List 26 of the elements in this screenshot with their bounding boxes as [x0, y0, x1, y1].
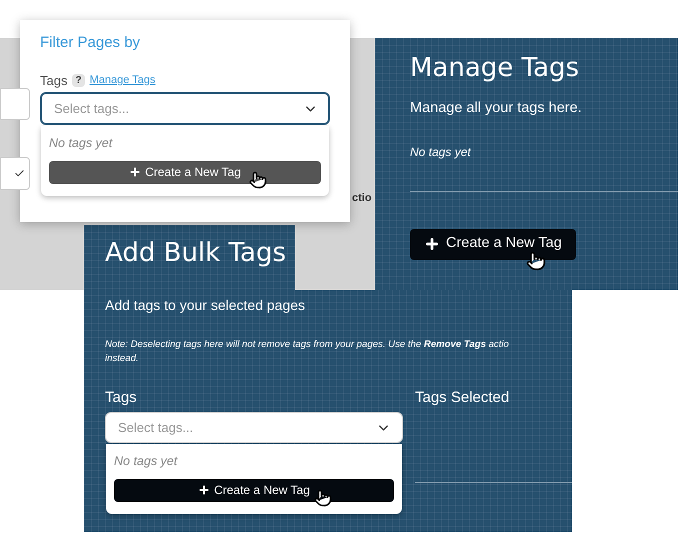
note-text: instead. [105, 352, 139, 366]
empty-message: No tags yet [410, 144, 471, 161]
plus-icon [424, 236, 440, 252]
panel-title: Manage Tags [410, 52, 580, 85]
hand-cursor-icon [249, 170, 267, 189]
empty-message: No tags yet [114, 453, 179, 470]
empty-message: No tags yet [49, 135, 114, 152]
hand-cursor-icon [314, 488, 332, 507]
field-label: Tags Selected [415, 388, 510, 408]
plus-icon [129, 166, 142, 178]
panel-title: Add Bulk Tags [105, 237, 286, 270]
check-icon [14, 168, 25, 179]
panel-description: Add tags to your selected pages [105, 296, 306, 315]
plus-icon [198, 484, 210, 496]
panel-description: Manage all your tags here. [410, 99, 582, 118]
help-badge[interactable]: ? [72, 74, 85, 87]
note-text: Note: Deselecting tags here will not remove tags from your pages. Use the Remove Tags actio [105, 338, 509, 352]
column-header: ctio [352, 191, 372, 206]
field-label: Tags [105, 388, 137, 408]
hand-cursor-icon [526, 250, 546, 271]
create-tag-button[interactable]: Create a New Tag [114, 478, 394, 502]
create-tag-button[interactable]: Create a New Tag [49, 160, 321, 184]
field-label: Tags [40, 72, 68, 90]
select-field[interactable]: Select tags... [40, 92, 330, 125]
panel-title: Filter Pages by [40, 33, 140, 53]
create-tag-button[interactable]: Create a New Tag [410, 228, 576, 260]
